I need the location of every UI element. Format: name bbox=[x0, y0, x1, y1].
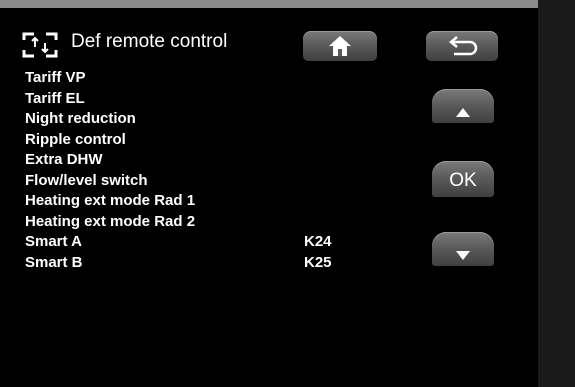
home-icon bbox=[329, 36, 351, 56]
list-item-smart-a[interactable]: Smart A K24 bbox=[25, 232, 385, 253]
remote-control-list: Tariff VP Tariff EL Night reduction Ripp… bbox=[25, 68, 385, 273]
scroll-down-button[interactable] bbox=[432, 232, 494, 266]
list-item-label: Tariff EL bbox=[25, 89, 85, 107]
list-item-smart-b[interactable]: Smart B K25 bbox=[25, 253, 385, 274]
ok-button[interactable]: OK bbox=[432, 161, 494, 197]
list-item-tariff-el[interactable]: Tariff EL bbox=[25, 89, 385, 110]
list-item-label: Flow/level switch bbox=[25, 171, 148, 189]
list-item-label: Smart B bbox=[25, 253, 83, 271]
page-title: Def remote control bbox=[71, 31, 228, 52]
list-item-extra-dhw[interactable]: Extra DHW bbox=[25, 150, 385, 171]
home-button[interactable] bbox=[303, 31, 377, 61]
scroll-up-button[interactable] bbox=[432, 89, 494, 123]
list-item-label: Night reduction bbox=[25, 110, 136, 127]
top-bar bbox=[0, 0, 538, 8]
list-item-label: Tariff VP bbox=[25, 69, 86, 86]
return-arrow-icon bbox=[449, 36, 478, 56]
list-item-value: K25 bbox=[304, 253, 332, 271]
list-item-night-reduction[interactable]: Night reduction bbox=[25, 109, 385, 130]
list-item-label: Extra DHW bbox=[25, 151, 103, 168]
list-item-value: K24 bbox=[304, 233, 332, 250]
list-item-heating-ext-mode-rad-1[interactable]: Heating ext mode Rad 1 bbox=[25, 191, 385, 212]
ok-button-label: OK bbox=[449, 170, 477, 191]
right-bar bbox=[538, 0, 575, 387]
back-button[interactable] bbox=[426, 31, 498, 61]
list-item-label: Heating ext mode Rad 1 bbox=[25, 192, 196, 209]
list-item-ripple-control[interactable]: Ripple control bbox=[25, 130, 385, 151]
list-item-label: Heating ext mode Rad 2 bbox=[25, 212, 196, 230]
list-item-label: Ripple control bbox=[25, 130, 126, 148]
remote-control-icon bbox=[22, 32, 58, 58]
list-item-tariff-vp[interactable]: Tariff VP bbox=[25, 68, 385, 89]
list-item-heating-ext-mode-rad-2[interactable]: Heating ext mode Rad 2 bbox=[25, 212, 385, 233]
list-item-label: Smart A bbox=[25, 233, 82, 250]
arrow-up-icon bbox=[456, 108, 470, 117]
screen: Def remote control Tariff VP Tariff EL N… bbox=[0, 0, 575, 387]
arrow-down-icon bbox=[456, 251, 470, 260]
list-item-flow-level-switch[interactable]: Flow/level switch bbox=[25, 171, 385, 192]
